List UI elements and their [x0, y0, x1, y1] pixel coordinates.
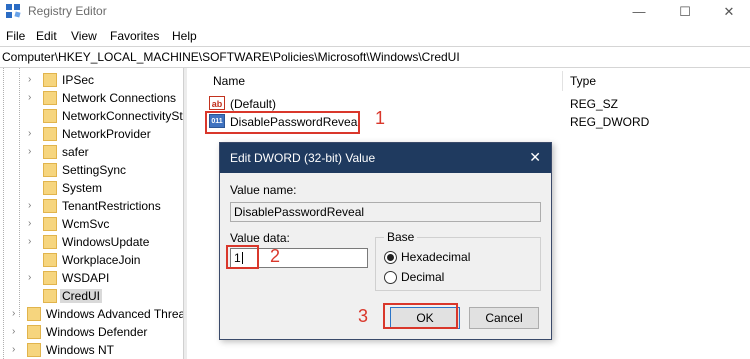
expand-icon[interactable]: › [28, 236, 38, 248]
folder-icon [43, 253, 57, 267]
expand-icon[interactable]: › [28, 218, 38, 230]
folder-icon [43, 181, 57, 195]
tree-guide-line [19, 68, 20, 318]
value-name-label: Value name: [230, 183, 297, 197]
value-name-field: DisablePasswordReveal [230, 202, 541, 222]
folder-icon [43, 73, 57, 87]
expand-icon[interactable]: › [28, 146, 38, 158]
tree-item-label: SettingSync [62, 163, 127, 177]
folder-icon [27, 343, 41, 357]
expand-icon [28, 290, 38, 302]
tree-item-label: WorkplaceJoin [62, 253, 141, 267]
tree-pane[interactable]: › IPSec › Network Connections NetworkCon… [0, 68, 184, 359]
tree-item-label: WindowsUpdate [62, 235, 150, 249]
string-value-icon: ab [209, 96, 225, 110]
tree-item-label: WcmSvc [62, 217, 110, 231]
address-bar[interactable]: Computer\HKEY_LOCAL_MACHINE\SOFTWARE\Pol… [0, 46, 750, 68]
tree-item-label: TenantRestrictions [62, 199, 161, 213]
expand-icon[interactable]: › [28, 74, 38, 86]
menu-file[interactable]: File [6, 29, 25, 43]
maximize-button[interactable]: ☐ [662, 0, 708, 23]
address-path[interactable]: Computer\HKEY_LOCAL_MACHINE\SOFTWARE\Pol… [2, 50, 460, 64]
expand-icon[interactable] [28, 110, 38, 122]
menu-edit[interactable]: Edit [36, 29, 57, 43]
dialog-title-bar[interactable]: Edit DWORD (32-bit) Value ✕ [220, 143, 551, 173]
highlight-box-1 [205, 111, 360, 134]
tree-item-label: System [62, 181, 103, 195]
base-group: Base Hexadecimal Decimal [375, 230, 541, 291]
expand-icon[interactable]: › [28, 272, 38, 284]
folder-icon [43, 271, 57, 285]
title-bar: Registry Editor — ☐ ✕ [0, 0, 750, 23]
expand-icon[interactable] [28, 254, 38, 266]
dialog-close-icon[interactable]: ✕ [529, 149, 541, 166]
tree-item-label: IPSec [62, 73, 95, 87]
folder-icon [43, 199, 57, 213]
folder-icon [43, 235, 57, 249]
highlight-box-3 [383, 303, 458, 329]
decimal-label[interactable]: Decimal [401, 270, 444, 284]
tree-item-label: Windows Defender [46, 325, 148, 339]
value-data-label: Value data: [230, 231, 290, 245]
folder-icon [43, 109, 57, 123]
pane-splitter[interactable] [183, 68, 187, 359]
expand-icon[interactable]: › [28, 92, 38, 104]
folder-icon [43, 91, 57, 105]
folder-icon [43, 289, 57, 303]
expand-icon[interactable]: › [12, 308, 22, 320]
folder-icon [27, 325, 41, 339]
step-number-2: 2 [270, 246, 281, 266]
decimal-radio[interactable] [384, 271, 397, 284]
folder-icon [27, 307, 41, 321]
value-type: REG_SZ [570, 97, 619, 111]
tree-item-label: CredUI [60, 289, 103, 303]
tree-item-label: NetworkProvider [62, 127, 151, 141]
expand-icon[interactable]: › [28, 200, 38, 212]
folder-icon [43, 163, 57, 177]
folder-icon [43, 217, 57, 231]
step-number-1: 1 [375, 108, 386, 128]
menu-help[interactable]: Help [172, 29, 197, 43]
menu-favorites[interactable]: Favorites [110, 29, 159, 43]
expand-icon[interactable]: › [28, 128, 38, 140]
expand-icon[interactable] [28, 182, 38, 194]
registry-editor-icon [6, 4, 21, 18]
tree-item-label: Windows Advanced Threat Protection [46, 307, 184, 321]
minimize-button[interactable]: — [616, 0, 662, 23]
base-group-title: Base [384, 230, 418, 244]
folder-icon [43, 145, 57, 159]
close-button[interactable]: ✕ [706, 0, 750, 23]
expand-icon[interactable]: › [12, 326, 22, 338]
expand-icon[interactable] [28, 164, 38, 176]
tree-item-label: NetworkConnectivityStatusIndicator [62, 109, 184, 123]
hexadecimal-radio[interactable] [384, 251, 397, 264]
column-separator[interactable] [562, 71, 563, 91]
value-name-text: DisablePasswordReveal [234, 205, 365, 219]
menu-bar: File Edit View Favorites Help [0, 26, 750, 46]
highlight-box-2 [226, 245, 259, 269]
window-title: Registry Editor [28, 4, 107, 18]
folder-icon [43, 127, 57, 141]
column-header-name[interactable]: Name [213, 74, 245, 88]
value-type: REG_DWORD [570, 115, 650, 129]
dialog-title: Edit DWORD (32-bit) Value [230, 151, 376, 165]
column-header-type[interactable]: Type [570, 74, 596, 88]
tree-item-label: safer [62, 145, 89, 159]
hexadecimal-label[interactable]: Hexadecimal [401, 250, 470, 264]
expand-icon[interactable]: › [12, 344, 22, 356]
tree-guide-line [3, 68, 4, 359]
tree-item-label: Windows NT [46, 343, 115, 357]
tree-item-label: WSDAPI [62, 271, 110, 285]
menu-view[interactable]: View [71, 29, 97, 43]
tree-item-label: Network Connections [62, 91, 177, 105]
step-number-3: 3 [358, 306, 369, 326]
cancel-button[interactable]: Cancel [469, 307, 539, 329]
value-name: (Default) [230, 97, 277, 111]
